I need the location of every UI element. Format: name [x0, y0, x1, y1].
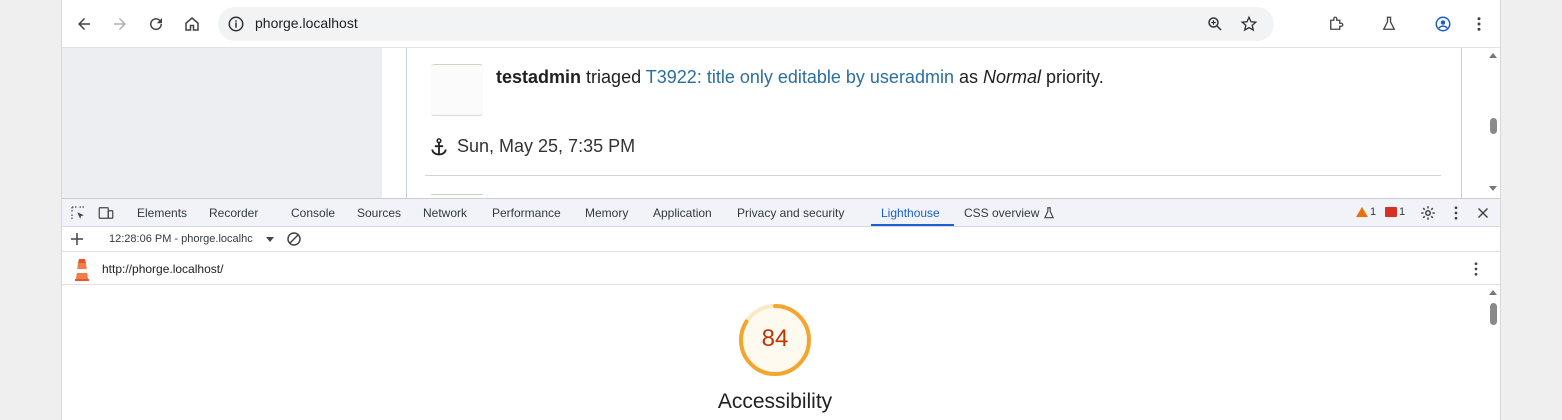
timeline-panel: testadmin triaged T3922: title only edit… — [406, 48, 1462, 198]
home-icon[interactable] — [176, 8, 208, 40]
page-sidebar — [62, 48, 382, 198]
report-menu-icon[interactable] — [1467, 260, 1485, 278]
device-toolbar-icon[interactable] — [97, 204, 115, 222]
tab-console[interactable]: Console — [291, 206, 335, 220]
reload-icon[interactable] — [140, 8, 172, 40]
dropdown-arrow-icon[interactable] — [266, 237, 274, 242]
avatar[interactable] — [431, 64, 483, 116]
as-text: as — [958, 67, 978, 87]
report-scrollbar[interactable] — [1484, 285, 1500, 420]
experiment-icon — [1044, 207, 1054, 219]
page-scrollbar[interactable] — [1484, 48, 1500, 198]
active-tab-indicator — [871, 224, 954, 226]
priority-suffix: priority. — [1046, 67, 1104, 87]
new-report-plus-icon[interactable] — [68, 230, 86, 248]
address-bar[interactable]: phorge.localhost — [218, 7, 1274, 41]
timeline-divider — [425, 175, 1441, 176]
tab-application[interactable]: Application — [653, 206, 712, 220]
tab-recorder[interactable]: Recorder — [209, 206, 258, 220]
desktop-background-right — [1501, 0, 1562, 420]
warnings-badge[interactable]: 1 — [1356, 206, 1376, 218]
task-link[interactable]: T3922: title only editable by useradmin — [646, 67, 954, 87]
anchor-icon[interactable] — [429, 137, 449, 157]
timestamp-text[interactable]: Sun, May 25, 7:35 PM — [457, 136, 635, 157]
lighthouse-logo-icon — [75, 259, 89, 281]
tab-css-overview[interactable]: CSS overview — [964, 206, 1039, 220]
close-devtools-icon[interactable] — [1474, 204, 1492, 222]
devtools-tabbar: Elements Recorder Console Sources Networ… — [62, 198, 1500, 227]
forward-icon[interactable] — [104, 8, 136, 40]
star-icon[interactable] — [1240, 15, 1258, 33]
timeline-story: testadmin triaged T3922: title only edit… — [496, 67, 1104, 88]
actor-link[interactable]: testadmin — [496, 67, 581, 87]
errors-badge[interactable]: 1 — [1385, 206, 1405, 218]
report-scroll-thumb[interactable] — [1490, 303, 1497, 325]
clear-all-icon[interactable] — [285, 230, 303, 248]
profile-icon[interactable] — [1427, 8, 1459, 40]
labs-icon[interactable] — [1373, 8, 1405, 40]
extensions-icon[interactable] — [1320, 8, 1352, 40]
errors-count: 1 — [1399, 206, 1406, 218]
tab-network[interactable]: Network — [423, 206, 467, 220]
browser-toolbar: phorge.localhost — [62, 0, 1500, 48]
report-scroll-up-icon[interactable] — [1489, 290, 1497, 295]
menu-icon[interactable] — [1463, 8, 1495, 40]
back-icon[interactable] — [68, 8, 100, 40]
tab-lighthouse[interactable]: Lighthouse — [881, 206, 940, 220]
settings-gear-icon[interactable] — [1419, 204, 1437, 222]
report-url[interactable]: http://phorge.localhost/ — [102, 262, 223, 276]
scroll-down-arrow-icon[interactable] — [1489, 186, 1497, 191]
score-value: 84 — [761, 325, 789, 352]
desktop-background-left — [0, 0, 61, 420]
zoom-icon[interactable] — [1206, 15, 1224, 33]
timestamp-row: Sun, May 25, 7:35 PM — [429, 136, 635, 157]
lighthouse-toolbar: 12:28:06 PM - phorge.localhc — [62, 227, 1500, 252]
category-title: Accessibility — [717, 390, 833, 413]
tab-elements[interactable]: Elements — [137, 206, 187, 220]
report-select[interactable]: 12:28:06 PM - phorge.localhc — [109, 233, 253, 245]
warnings-count: 1 — [1370, 206, 1377, 218]
inspect-element-icon[interactable] — [69, 204, 87, 222]
scroll-up-arrow-icon[interactable] — [1489, 53, 1497, 58]
page-viewport: testadmin triaged T3922: title only edit… — [62, 48, 1500, 198]
priority-value: Normal — [983, 67, 1042, 87]
report-url-bar: http://phorge.localhost/ — [62, 253, 1500, 285]
error-icon — [1385, 207, 1397, 217]
more-options-icon[interactable] — [1447, 204, 1465, 222]
warning-icon — [1356, 207, 1368, 217]
tab-performance[interactable]: Performance — [492, 206, 561, 220]
scroll-thumb[interactable] — [1490, 118, 1497, 134]
verb-text: triaged — [586, 67, 642, 87]
tab-sources[interactable]: Sources — [357, 206, 401, 220]
lighthouse-report: 84 Accessibility — [62, 285, 1500, 420]
site-info-icon[interactable] — [227, 15, 245, 33]
url-text[interactable]: phorge.localhost — [255, 15, 358, 31]
browser-window: phorge.localhost testadmin triaged T3922… — [61, 0, 1501, 420]
tab-privacy-and-security[interactable]: Privacy and security — [737, 206, 844, 220]
tab-memory[interactable]: Memory — [585, 206, 628, 220]
